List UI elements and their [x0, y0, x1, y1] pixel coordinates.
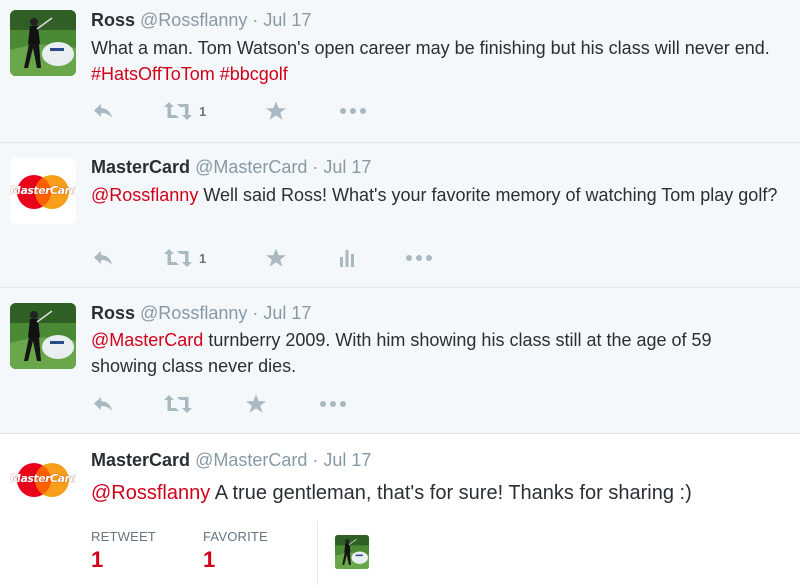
avatar[interactable]: MasterCard — [10, 446, 76, 512]
tweet-text: What a man. Tom Watson's open career may… — [91, 35, 781, 87]
favorite-stat-label[interactable]: FAVORITE — [203, 529, 268, 544]
reply-icon — [91, 99, 115, 123]
retweet-icon — [163, 392, 193, 416]
more-button[interactable] — [319, 392, 347, 416]
user-name[interactable]: MasterCard — [91, 450, 190, 470]
mastercard-logo-text: MasterCard — [10, 184, 76, 197]
more-button[interactable] — [339, 99, 367, 123]
hashtag-link[interactable]: #HatsOffToTom — [91, 64, 215, 84]
tweet-header: Ross @Rossflanny · Jul 17 — [91, 10, 311, 31]
retweet-count: 1 — [199, 103, 207, 119]
reply-icon — [91, 246, 115, 270]
more-icon — [405, 254, 433, 262]
tweet-text-segment: Well said Ross! What's your favorite mem… — [198, 185, 778, 205]
user-name[interactable]: Ross — [91, 303, 135, 323]
more-icon — [319, 400, 347, 408]
tweet-text: @MasterCard turnberry 2009. With him sho… — [91, 327, 781, 379]
reply-icon — [91, 392, 115, 416]
hashtag-link[interactable]: #bbcgolf — [220, 64, 288, 84]
more-button[interactable] — [405, 246, 433, 270]
golfer-avatar-image — [10, 10, 76, 76]
favorite-button[interactable] — [245, 392, 267, 416]
favorite-icon — [245, 393, 267, 415]
tweet-1[interactable]: Ross @Rossflanny · Jul 17 What a man. To… — [0, 0, 800, 143]
more-icon — [339, 107, 367, 115]
user-handle[interactable]: @Rossflanny — [140, 10, 247, 30]
mention-link[interactable]: @Rossflanny — [91, 185, 198, 205]
tweet-text: @Rossflanny Well said Ross! What's your … — [91, 182, 781, 208]
tweet-2[interactable]: MasterCard MasterCard @MasterCard · Jul … — [0, 143, 800, 288]
tweet-date[interactable]: Jul 17 — [323, 157, 371, 177]
tweet-text-segment: What a man. Tom Watson's open career may… — [91, 38, 770, 58]
user-handle[interactable]: @Rossflanny — [140, 303, 247, 323]
retweet-button[interactable]: 1 — [163, 246, 206, 270]
golfer-avatar-image — [10, 303, 76, 369]
retweet-stat-value[interactable]: 1 — [91, 547, 103, 573]
tweet-text: @Rossflanny A true gentleman, that's for… — [91, 480, 781, 506]
stats-divider — [317, 521, 318, 585]
retweet-stat-label[interactable]: RETWEET — [91, 529, 156, 544]
tweet-4-expanded[interactable]: MasterCard MasterCard @MasterCard · Jul … — [0, 434, 800, 588]
retweet-icon — [163, 246, 193, 270]
tweet-header: MasterCard @MasterCard · Jul 17 — [91, 450, 371, 471]
retweet-button[interactable]: 1 — [163, 99, 206, 123]
favorited-by-avatar[interactable] — [335, 535, 369, 569]
avatar[interactable] — [10, 10, 76, 76]
tweet-stats: RETWEET 1 FAVORITE 1 — [91, 521, 791, 585]
mention-link[interactable]: @MasterCard — [91, 330, 203, 350]
separator: · — [312, 450, 319, 470]
separator: · — [252, 10, 259, 30]
avatar[interactable]: MasterCard — [10, 158, 76, 224]
separator: · — [252, 303, 259, 323]
favorite-icon — [265, 100, 287, 122]
reply-button[interactable] — [91, 392, 115, 416]
tweet-text-segment: A true gentleman, that's for sure! Thank… — [210, 482, 692, 504]
mastercard-logo-text: MasterCard — [10, 472, 76, 485]
user-name[interactable]: MasterCard — [91, 157, 190, 177]
retweet-count: 1 — [199, 250, 207, 266]
retweet-icon — [163, 99, 193, 123]
analytics-icon — [337, 248, 357, 268]
user-name[interactable]: Ross — [91, 10, 135, 30]
reply-button[interactable] — [91, 246, 115, 270]
tweet-header: Ross @Rossflanny · Jul 17 — [91, 303, 311, 324]
analytics-button[interactable] — [337, 246, 357, 270]
favorite-button[interactable] — [265, 99, 287, 123]
reply-button[interactable] — [91, 99, 115, 123]
tweet-date[interactable]: Jul 17 — [323, 450, 371, 470]
separator: · — [312, 157, 319, 177]
user-handle[interactable]: @MasterCard — [195, 157, 307, 177]
tweet-header: MasterCard @MasterCard · Jul 17 — [91, 157, 371, 178]
golfer-avatar-image — [335, 535, 369, 569]
favorite-button[interactable] — [265, 246, 287, 270]
avatar[interactable] — [10, 303, 76, 369]
user-handle[interactable]: @MasterCard — [195, 450, 307, 470]
tweet-date[interactable]: Jul 17 — [263, 10, 311, 30]
favorite-stat-value[interactable]: 1 — [203, 547, 215, 573]
tweet-date[interactable]: Jul 17 — [263, 303, 311, 323]
mention-link[interactable]: @Rossflanny — [91, 482, 210, 504]
retweet-button[interactable] — [163, 392, 193, 416]
favorite-icon — [265, 247, 287, 269]
tweet-3[interactable]: Ross @Rossflanny · Jul 17 @MasterCard tu… — [0, 288, 800, 434]
